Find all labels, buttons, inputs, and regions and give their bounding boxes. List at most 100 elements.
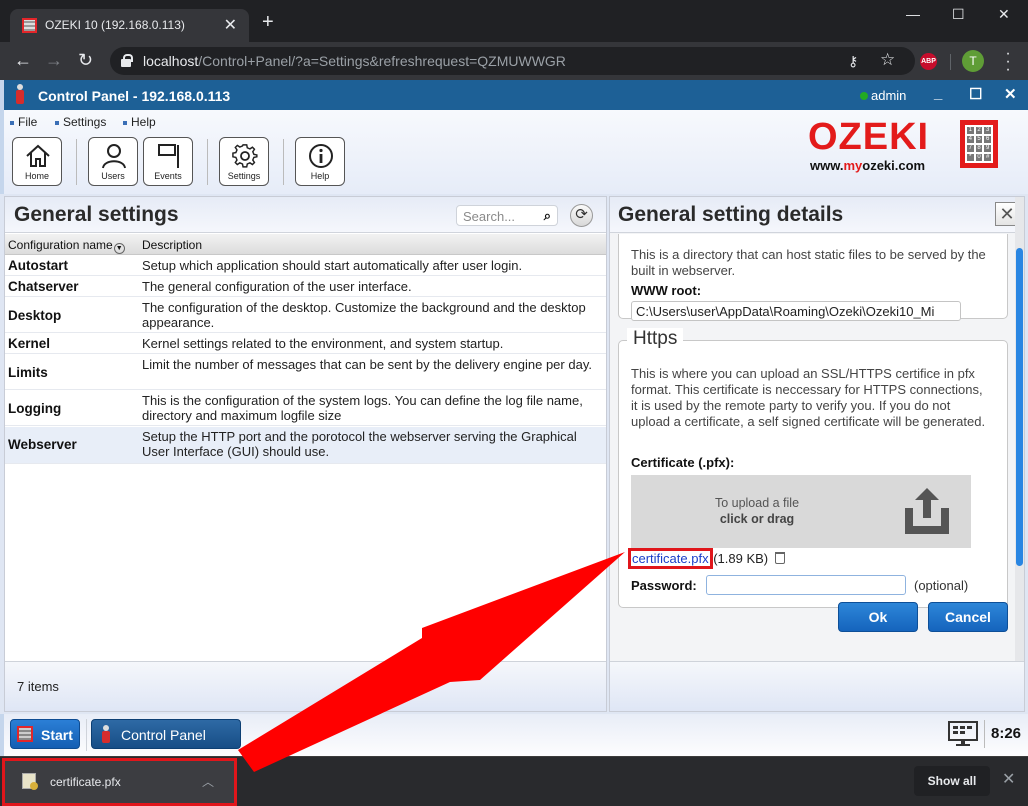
table-row[interactable]: Autostart Setup which application should … [5,256,606,276]
menu-help[interactable]: Help [123,115,156,129]
table-row[interactable]: Webserver Setup the HTTP port and the por… [5,427,606,464]
app-maximize-icon[interactable]: ☐ [969,85,982,103]
settings-button-label: Settings [227,171,261,181]
search-placeholder: Search... [463,209,516,224]
https-fieldset: Https This is where you can upload an SS… [618,328,1008,608]
details-scroll-area: This is a directory that can host static… [610,234,1024,663]
table-header: Configuration name ▼ Description [5,234,606,255]
password-label: Password: [631,578,697,593]
site-prefix: www. [810,158,844,173]
key-icon[interactable]: ⚷ [848,53,858,70]
menu-settings[interactable]: Settings [55,115,106,129]
taskbar-separator [984,720,985,748]
app-minimize-icon[interactable]: _ [934,85,942,102]
cancel-button[interactable]: Cancel [928,602,1008,632]
home-button[interactable]: Home [12,137,62,186]
ozeki-app: Control Panel - 192.168.0.113 admin _ ☐ … [0,80,1028,756]
key: 7 [967,145,974,152]
clock: 8:26 [991,725,1022,742]
key: 9 [984,145,991,152]
new-tab-icon[interactable]: + [262,12,274,32]
back-icon[interactable]: ← [14,50,32,70]
url-text: localhost/Control+Panel/?a=Settings&refr… [143,53,566,69]
menu-settings-label: Settings [63,115,107,129]
ozeki-logo[interactable]: OZEKI www.myozeki.com 123 456 789 * 0 # [808,116,998,174]
adblock-icon[interactable]: ABP [920,53,937,70]
events-button[interactable]: Events [143,137,193,186]
current-user[interactable]: admin [871,88,906,103]
row-config-name: Kernel [8,336,51,351]
ok-button[interactable]: Ok [838,602,918,632]
file-size: (1.89 KB) [713,551,769,566]
app-titlebar: Control Panel - 192.168.0.113 admin _ ☐ … [0,80,1028,110]
users-button[interactable]: Users [88,137,138,186]
table-row[interactable]: Chatserver The general configuration of t… [5,277,606,297]
table-row[interactable]: Logging This is the configuration of the … [5,391,606,426]
bullet-icon [10,120,14,125]
logo-wordmark: OZEKI [808,116,930,158]
user-icon [102,144,126,169]
app-close-icon[interactable]: ✕ [1004,85,1017,103]
key: 4 [967,136,974,143]
address-bar[interactable]: localhost/Control+Panel/?a=Settings&refr… [110,47,915,75]
certificate-file-link[interactable]: certificate.pfx [628,548,713,569]
column-configuration-name[interactable]: Configuration name ▼ [8,238,125,254]
row-config-name: Webserver [8,437,77,452]
row-config-name: Limits [8,365,48,380]
row-description: Limit the number of messages that can be… [142,357,592,372]
desktop-monitor-icon[interactable] [948,721,978,747]
forward-icon[interactable]: → [45,50,63,70]
www-root-label: WWW root: [631,283,702,298]
table-row[interactable]: Limits Limit the number of messages that … [5,355,606,390]
password-input[interactable] [706,575,906,595]
row-config-name: Desktop [8,308,62,323]
window-minimize-icon[interactable]: — [906,6,920,22]
uploaded-file: certificate.pfx (1.89 KB) [628,548,785,569]
sort-chevron-icon[interactable]: ▼ [113,243,125,254]
www-root-input[interactable]: C:\Users\user\AppData\Roaming\Ozeki\Ozek… [631,301,961,321]
search-input[interactable]: Search... ⌕ [456,205,558,226]
help-button[interactable]: Help [295,137,345,186]
refresh-icon[interactable]: ⟳ [570,204,593,227]
details-scrollbar[interactable] [1015,197,1024,662]
flag-icon [158,144,179,168]
table-row[interactable]: Desktop The configuration of the desktop.… [5,298,606,333]
table-row[interactable]: Kernel Kernel settings related to the env… [5,334,606,354]
screen: OZEKI 10 (192.168.0.113) ✕ + — ☐ ✕ ← → ↻… [0,0,1028,806]
key: 2 [975,127,983,134]
row-description: Setup which application should start aut… [142,258,523,273]
scrollbar-thumb[interactable] [1016,248,1023,566]
control-panel-icon [102,725,110,745]
help-button-label: Help [310,171,330,181]
file-upload-dropzone[interactable]: To upload a file click or drag [631,475,971,548]
site-suffix: ozeki.com [862,158,926,173]
column-description[interactable]: Description [142,238,202,252]
general-settings-panel: General settings Search... ⌕ ⟳ Configura… [4,196,607,712]
taskbar-separator [86,719,87,751]
details-footer [610,661,1024,711]
browser-menu-icon[interactable]: · · · [1005,46,1011,78]
taskbar-control-panel[interactable]: Control Panel [91,719,241,749]
close-download-shelf-icon[interactable]: ✕ [1002,769,1015,789]
start-button[interactable]: Start [10,719,80,749]
settings-button[interactable]: Settings [219,137,269,186]
key: 0 [975,154,983,161]
download-file-name: certificate.pfx [50,775,121,789]
general-settings-header: General settings Search... ⌕ ⟳ [5,197,606,233]
search-icon[interactable]: ⌕ [544,208,551,224]
menu-toolbar: File Settings Help Home Users Events Set… [0,110,1028,194]
menu-file[interactable]: File [10,115,37,129]
chevron-up-icon[interactable]: ︿ [202,773,214,790]
window-maximize-icon[interactable]: ☐ [952,6,965,23]
browser-tab[interactable]: OZEKI 10 (192.168.0.113) ✕ [10,9,249,42]
bookmark-star-icon[interactable]: ☆ [880,50,895,70]
users-button-label: Users [101,171,125,181]
trash-icon[interactable] [774,552,785,564]
tab-close-icon[interactable]: ✕ [224,15,237,35]
window-close-icon[interactable]: ✕ [998,6,1010,23]
profile-avatar[interactable]: T [962,50,984,72]
show-all-button[interactable]: Show all [914,766,990,796]
certificate-file-icon [22,773,38,790]
reload-icon[interactable]: ↻ [78,50,93,70]
download-item[interactable]: certificate.pfx ︿ [2,758,237,806]
